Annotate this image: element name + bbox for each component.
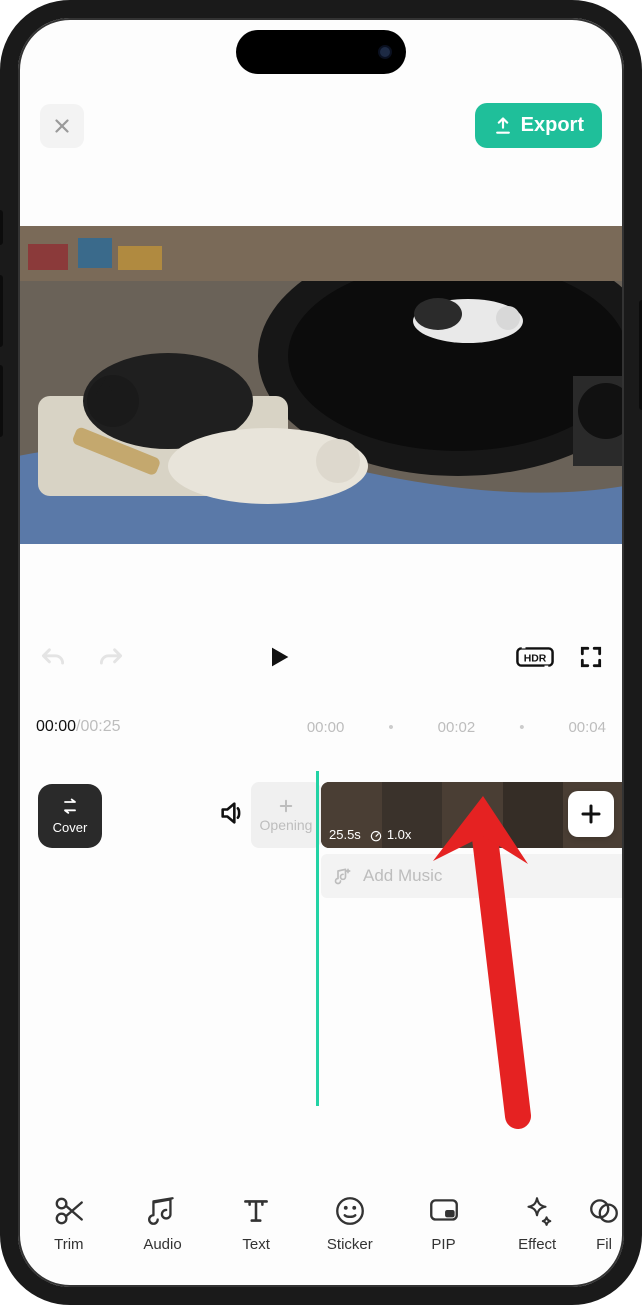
ruler-mark: 00:00	[307, 719, 345, 736]
add-clip-button[interactable]	[568, 791, 614, 837]
hdr-button[interactable]: HDR	[516, 644, 554, 675]
music-icon	[146, 1194, 180, 1228]
scissors-icon	[52, 1194, 86, 1228]
clip-duration: 25.5s	[329, 827, 361, 842]
tool-pip[interactable]: PIP	[397, 1194, 491, 1253]
undo-icon	[38, 645, 68, 669]
dynamic-island	[236, 30, 406, 74]
swap-icon	[60, 798, 80, 816]
fullscreen-icon	[578, 644, 604, 670]
tool-trim[interactable]: Trim	[22, 1194, 116, 1253]
add-music-button[interactable]: Add Music	[321, 854, 624, 898]
tool-label: Effect	[518, 1236, 556, 1253]
export-button[interactable]: Export	[475, 103, 602, 148]
add-opening-button[interactable]: Opening	[251, 782, 321, 848]
play-button[interactable]	[265, 643, 293, 676]
speaker-icon	[218, 799, 246, 827]
tool-effect[interactable]: Effect	[490, 1194, 584, 1253]
transport-controls: HDR	[18, 643, 624, 676]
bottom-toolbar: Trim Audio Text Sticker PIP Effect Fil	[18, 1180, 624, 1277]
phone-side-button	[0, 275, 3, 347]
video-preview[interactable]	[18, 226, 624, 544]
opening-label: Opening	[260, 817, 313, 833]
ruler-dot: •	[388, 719, 393, 736]
timeline[interactable]: Cover Opening 25.5s 1.0x	[18, 771, 624, 1111]
export-icon	[493, 116, 513, 136]
time-current: 00:00	[36, 718, 76, 736]
close-button[interactable]	[40, 104, 84, 148]
tool-label: Sticker	[327, 1236, 373, 1253]
time-total: 00:25	[81, 718, 121, 736]
app-screen: Export	[18, 18, 624, 1287]
tool-label: Fil	[596, 1236, 612, 1253]
tool-text[interactable]: Text	[209, 1194, 303, 1253]
cover-button[interactable]: Cover	[38, 784, 102, 848]
hdr-icon: HDR	[516, 644, 554, 670]
preview-image	[18, 226, 624, 544]
timecode-row: 00:00/00:25 00:00 • 00:02 • 00:04	[18, 718, 624, 736]
redo-icon	[96, 645, 126, 669]
undo-button[interactable]	[38, 645, 68, 674]
speed-icon	[369, 828, 383, 842]
ruler-dot: •	[519, 719, 524, 736]
plus-icon	[579, 802, 603, 826]
sticker-icon	[333, 1194, 367, 1228]
phone-side-button	[0, 365, 3, 437]
clip-meta: 25.5s 1.0x	[329, 827, 411, 842]
add-music-label: Add Music	[363, 866, 442, 886]
pip-icon	[427, 1194, 461, 1228]
ruler-mark: 00:04	[568, 719, 606, 736]
music-plus-icon	[333, 866, 353, 886]
tool-label: Audio	[143, 1236, 181, 1253]
tool-filter[interactable]: Fil	[584, 1194, 624, 1253]
tool-sticker[interactable]: Sticker	[303, 1194, 397, 1253]
tool-label: Text	[242, 1236, 270, 1253]
header-bar: Export	[18, 103, 624, 148]
mute-button[interactable]	[218, 799, 246, 832]
playhead[interactable]	[316, 771, 319, 1106]
plus-icon	[277, 797, 295, 815]
camera-dot	[378, 45, 392, 59]
effect-icon	[520, 1194, 554, 1228]
export-label: Export	[521, 114, 584, 137]
clip-speed: 1.0x	[387, 827, 412, 842]
cover-label: Cover	[53, 820, 88, 835]
filter-icon	[587, 1194, 621, 1228]
play-icon	[265, 643, 293, 671]
close-icon	[51, 115, 73, 137]
ruler-mark: 00:02	[438, 719, 476, 736]
redo-button[interactable]	[96, 645, 126, 674]
ruler-marks: 00:00 • 00:02 • 00:04	[307, 719, 606, 736]
tool-audio[interactable]: Audio	[116, 1194, 210, 1253]
fullscreen-button[interactable]	[578, 644, 604, 675]
tool-label: Trim	[54, 1236, 83, 1253]
svg-text:HDR: HDR	[524, 654, 547, 665]
text-icon	[239, 1194, 273, 1228]
phone-side-button	[0, 210, 3, 245]
tool-label: PIP	[431, 1236, 455, 1253]
